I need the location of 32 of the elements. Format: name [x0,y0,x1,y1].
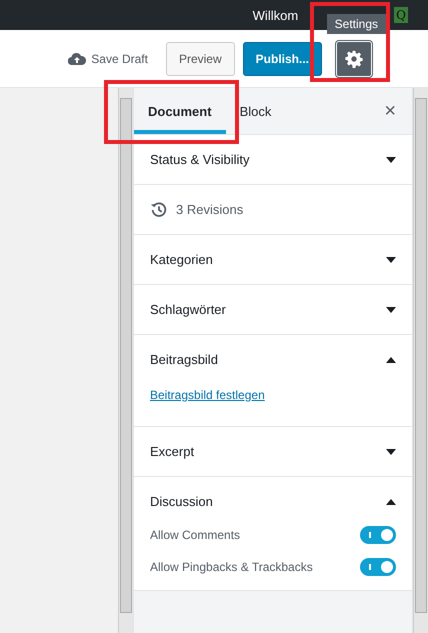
collapse-arrow-icon [386,356,396,362]
close-button[interactable]: × [368,88,412,134]
set-image-link[interactable]: Beitragsbild festlegen [150,384,396,412]
expand-arrow-icon [386,448,396,454]
preview-button[interactable]: Preview [166,42,235,76]
publish-button[interactable]: Publish... [242,42,322,76]
greeting-text[interactable]: Willkom [252,8,298,22]
revisions-button[interactable]: 3 Revisions [134,185,412,234]
sidebar-tab[interactable]: Block [226,88,286,134]
settings-button[interactable] [336,40,372,76]
scrollbar[interactable] [413,88,428,633]
user-avatar[interactable]: Q [394,7,408,23]
expand-arrow-icon [386,256,396,262]
scrollbar[interactable] [118,88,133,633]
panel-toggle[interactable]: Beitragsbild [134,335,412,384]
panel-toggle[interactable]: Status & Visibility [134,135,412,184]
settings-tooltip: Settings [326,14,386,34]
toggle-label: Allow Pingbacks & Trackbacks [150,560,313,574]
toggle-switch[interactable] [360,526,396,544]
panel-toggle[interactable]: Discussion [134,477,412,526]
settings-icon [345,50,363,68]
toggle-label: Allow Comments [150,528,240,542]
panel-toggle[interactable]: Kategorien [134,235,412,284]
panel-toggle[interactable]: Schlagwörter [134,285,412,334]
panel-toggle[interactable]: Excerpt [134,427,412,476]
toggle-switch[interactable] [360,558,396,576]
save-draft-button[interactable]: Save Draft [68,52,148,66]
collapse-arrow-icon [386,498,396,504]
history-icon [150,200,168,218]
expand-arrow-icon [386,156,396,162]
cloud-upload-icon [68,52,86,65]
expand-arrow-icon [386,306,396,312]
